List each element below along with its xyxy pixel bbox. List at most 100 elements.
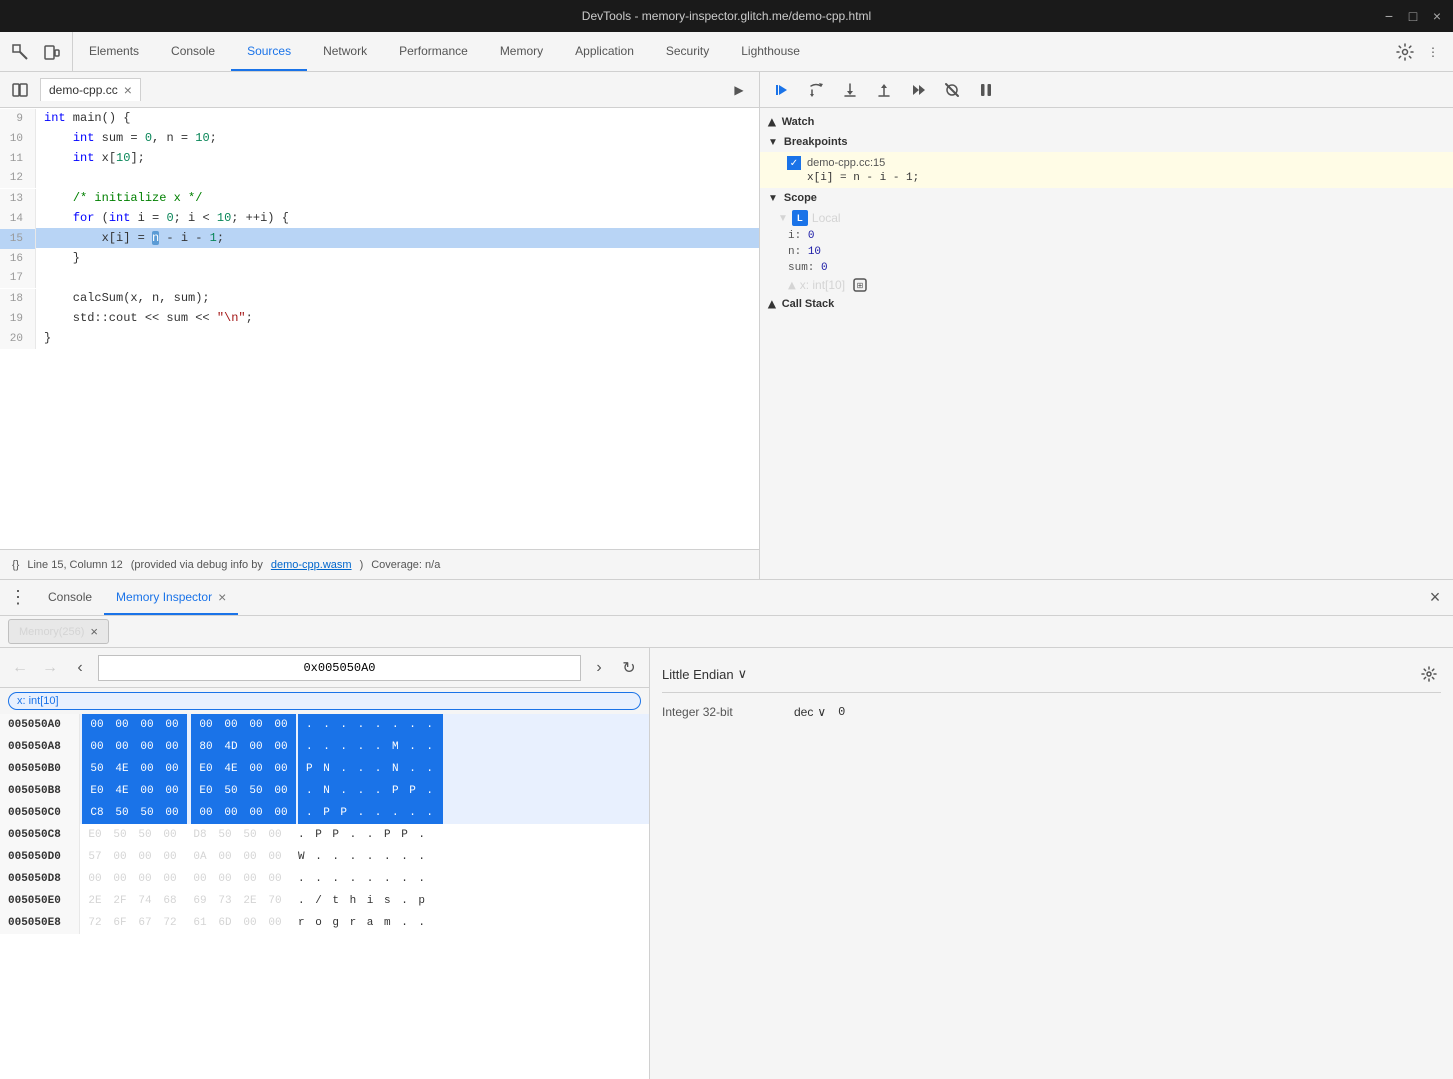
ascii-6: . P P . . P P . [290, 824, 435, 846]
more-options-icon[interactable]: ⋮ [1421, 40, 1445, 64]
local-triangle-icon: ▼ [778, 213, 788, 224]
hex-group-7a: 57 00 00 00 [80, 846, 185, 868]
tab-memory[interactable]: Memory [484, 32, 559, 71]
tab-sources[interactable]: Sources [231, 32, 307, 71]
scope-var-i: i: 0 [760, 228, 1453, 244]
pause-on-exceptions-icon[interactable] [972, 76, 1000, 104]
titlebar-title: DevTools - memory-inspector.glitch.me/de… [582, 9, 871, 23]
variable-badge-label: x: int[10] [17, 695, 59, 707]
tab-console[interactable]: Console [155, 32, 231, 71]
source-file-tab[interactable]: demo-cpp.cc × [40, 78, 141, 101]
hex-rows: 005050A0 00 00 00 00 00 00 00 [0, 714, 649, 1079]
step-out-button[interactable] [870, 76, 898, 104]
scope-section-header[interactable]: ▼ Scope [760, 188, 1453, 208]
tab-memory-inspector[interactable]: Memory Inspector × [104, 580, 238, 615]
hex-row-6: 005050C8 E0 50 50 00 D8 50 50 [0, 824, 649, 846]
memory-body: ← → ‹ › ↻ x: int[10] [0, 648, 1453, 1079]
maximize-button[interactable]: □ [1405, 8, 1421, 24]
breakpoint-checkbox[interactable]: ✓ [787, 156, 801, 170]
code-line-12: 12 [0, 168, 759, 188]
hex-group-3a: 50 4E 00 00 [82, 758, 187, 780]
address-input[interactable] [98, 655, 581, 681]
value-type-label: Integer 32-bit [662, 705, 782, 719]
tab-performance[interactable]: Performance [383, 32, 484, 71]
callstack-label: Call Stack [782, 298, 835, 310]
status-line-col: Line 15, Column 12 [27, 559, 122, 571]
nav-prev-button[interactable]: ‹ [68, 656, 92, 680]
memory-nav: ← → ‹ › ↻ [0, 648, 649, 688]
ascii-10: r o g r a m . . [290, 912, 435, 934]
tab-elements[interactable]: Elements [73, 32, 155, 71]
ascii-7: W . . . . . . . [290, 846, 435, 868]
source-tab-close[interactable]: × [124, 83, 132, 97]
breakpoint-file: demo-cpp.cc:15 [807, 157, 885, 169]
format-source-icon[interactable]: ▶ [727, 78, 751, 102]
hex-group-3b: E0 4E 00 00 [191, 758, 296, 780]
tab-application[interactable]: Application [559, 32, 650, 71]
settings-icon[interactable] [1393, 40, 1417, 64]
device-toolbar-icon[interactable] [40, 40, 64, 64]
hex-row-3: 005050B0 50 4E 00 00 E0 4E 00 [0, 758, 649, 780]
callstack-section-header[interactable]: ▶ Call Stack [760, 294, 1453, 314]
hex-row-8: 005050D8 00 00 00 00 00 00 00 [0, 868, 649, 890]
tab-lighthouse[interactable]: Lighthouse [725, 32, 816, 71]
console-tab-label: Console [48, 590, 92, 604]
sidebar-toggle-icon[interactable] [8, 78, 32, 102]
code-line-13: 13 /* initialize x */ [0, 188, 759, 208]
bottom-panel-close-icon[interactable]: × [1417, 580, 1453, 615]
scope-triangle-icon: ▼ [768, 193, 778, 204]
nav-right-icons: ⋮ [1385, 32, 1453, 71]
step-button[interactable] [904, 76, 932, 104]
breakpoints-section-header[interactable]: ▼ Breakpoints [760, 132, 1453, 152]
memory-inspector-tab-label: Memory Inspector [116, 590, 212, 604]
nav-next-button[interactable]: › [587, 656, 611, 680]
step-over-button[interactable] [802, 76, 830, 104]
variable-badge[interactable]: x: int[10] [8, 692, 641, 710]
inspect-element-icon[interactable] [8, 40, 32, 64]
devtools-container: Elements Console Sources Network Perform… [0, 32, 1453, 1079]
tab-console-bottom[interactable]: Console [36, 580, 104, 615]
value-format-label: dec [794, 705, 813, 719]
titlebar: DevTools - memory-inspector.glitch.me/de… [0, 0, 1453, 32]
debugger-content: ▶ Watch ▼ Breakpoints ✓ demo-cpp.cc:15 x… [760, 108, 1453, 579]
watch-section-header[interactable]: ▶ Watch [760, 112, 1453, 132]
breakpoint-item[interactable]: ✓ demo-cpp.cc:15 x[i] = n - i - 1; [760, 152, 1453, 188]
hex-group-5b: 00 00 00 00 [191, 802, 296, 824]
refresh-button[interactable]: ↻ [617, 656, 641, 680]
hex-addr-7: 005050D0 [0, 846, 80, 868]
breakpoint-code: x[i] = n - i - 1; [787, 172, 1445, 184]
hex-group-8a: 00 00 00 00 [80, 868, 185, 890]
curly-braces-icon: {} [12, 559, 19, 571]
memory-tab-256[interactable]: Memory(256) × [8, 619, 109, 644]
deactivate-breakpoints-icon[interactable] [938, 76, 966, 104]
bottom-tab-menu-icon[interactable]: ⋮ [0, 580, 36, 615]
svg-text:⊞: ⊞ [857, 281, 864, 290]
endian-selector: Little Endian ∨ [662, 656, 1441, 693]
hex-row-4: 005050B8 E0 4E 00 00 E0 50 50 [0, 780, 649, 802]
code-line-17: 17 [0, 268, 759, 288]
wasm-link[interactable]: demo-cpp.wasm [271, 559, 352, 571]
nav-forward-button[interactable]: → [38, 656, 62, 680]
code-area[interactable]: 9 int main() { 10 int sum = 0, n = 10; 1… [0, 108, 759, 549]
code-line-19: 19 std::cout << sum << "\n"; [0, 308, 759, 328]
endian-dropdown[interactable]: Little Endian ∨ [662, 666, 747, 682]
hex-row-10: 005050E8 72 6F 67 72 61 6D 00 [0, 912, 649, 934]
hex-group-9a: 2E 2F 74 68 [80, 890, 185, 912]
tab-security[interactable]: Security [650, 32, 725, 71]
step-into-button[interactable] [836, 76, 864, 104]
minimize-button[interactable]: − [1381, 8, 1397, 24]
endian-settings-icon[interactable] [1417, 662, 1441, 686]
tab-network[interactable]: Network [307, 32, 383, 71]
nav-back-button[interactable]: ← [8, 656, 32, 680]
hex-group-10b: 61 6D 00 00 [185, 912, 290, 934]
local-scope-expand[interactable]: ▼ L Local [760, 208, 1453, 228]
nav-tabs: Elements Console Sources Network Perform… [73, 32, 1385, 71]
scope-var-x-expand[interactable]: ▶ x: int[10] ⊞ [760, 276, 1453, 294]
value-format-dropdown[interactable]: dec ∨ [794, 705, 826, 719]
resume-button[interactable] [768, 76, 796, 104]
callstack-triangle-icon: ▶ [766, 300, 777, 308]
memory-tab-close-icon[interactable]: × [90, 624, 98, 639]
close-button[interactable]: × [1429, 8, 1445, 24]
ascii-8: . . . . . . . . [290, 868, 435, 890]
memory-inspector-close-icon[interactable]: × [218, 589, 226, 605]
